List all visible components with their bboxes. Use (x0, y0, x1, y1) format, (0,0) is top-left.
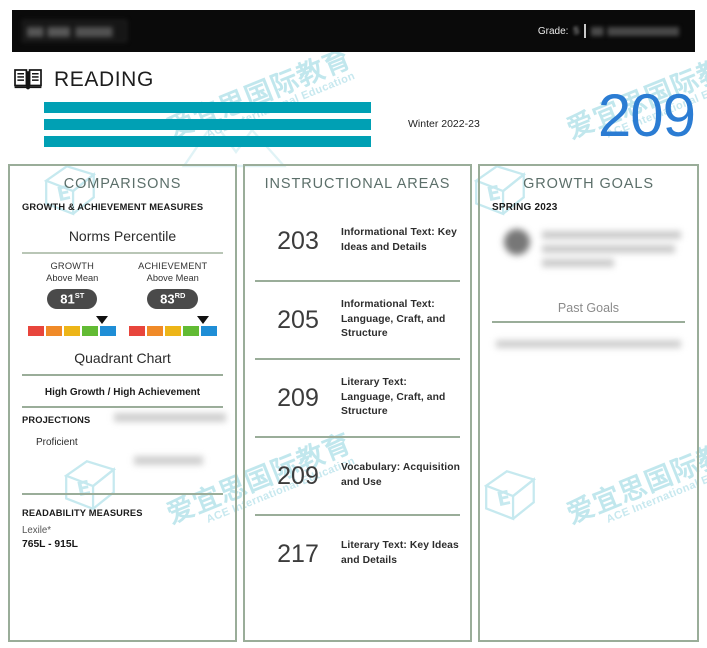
instructional-area-name: Literary Text: Language, Craft, and Stru… (341, 377, 446, 418)
readability-label: READABILITY MEASURES (22, 508, 143, 519)
instructional-area-score: 205 (277, 305, 319, 334)
achievement-column: ACHIEVEMENT Above Mean 83RD (123, 261, 224, 337)
redacted-bar (44, 102, 371, 113)
achievement-sublabel: Above Mean (146, 273, 199, 283)
student-id-redacted (591, 26, 679, 36)
instructional-areas-list: 203 Informational Text: Key Ideas and Det… (245, 202, 470, 592)
segment-1 (28, 326, 45, 337)
divider (22, 406, 223, 409)
panels-row: COMPARISONS GROWTH & ACHIEVEMENT MEASURE… (8, 164, 699, 642)
segment-3 (64, 326, 81, 337)
divider (492, 321, 685, 323)
growth-goals-term: SPRING 2023 (492, 202, 558, 213)
segment-2 (46, 326, 63, 337)
divider (22, 252, 223, 254)
projection-name: Proficient (36, 437, 78, 449)
instructional-area-name: Informational Text: Language, Craft, and… (341, 299, 446, 340)
goal-text-redacted (542, 229, 681, 273)
comparisons-subtitle: GROWTH & ACHIEVEMENT MEASURES (22, 202, 204, 212)
segment-4 (182, 326, 199, 337)
growth-segments (22, 326, 123, 337)
quadrant-value: High Growth / High Achievement (44, 387, 201, 399)
instructional-area-row: 203 Informational Text: Key Ideas and Det… (255, 202, 460, 280)
student-name-redacted (22, 20, 127, 42)
instructional-area-score: 209 (277, 383, 319, 412)
segment-1 (128, 326, 145, 337)
growth-label: GROWTH (50, 261, 95, 271)
redacted-bar (44, 119, 371, 130)
instructional-area-name: Vocabulary: Acquisition and Use (341, 462, 461, 488)
comparisons-title: COMPARISONS (63, 176, 182, 192)
achievement-label: ACHIEVEMENT (138, 261, 208, 271)
norms-percentile-title: Norms Percentile (68, 228, 177, 244)
achievement-marker-wrap (123, 316, 224, 325)
grade-label: Grade: (537, 25, 569, 37)
segment-3 (164, 326, 181, 337)
lexile-value: 765L - 915L (22, 539, 78, 551)
goal-card-redacted (492, 219, 685, 287)
segment-4 (82, 326, 99, 337)
growth-goals-panel: GROWTH GOALS SPRING 2023 Past Goals (478, 164, 699, 642)
comparisons-panel: COMPARISONS GROWTH & ACHIEVEMENT MEASURE… (8, 164, 237, 642)
instructional-areas-panel: INSTRUCTIONAL AREAS 203 Informational Tex… (243, 164, 472, 642)
instructional-area-row: 209 Literary Text: Language, Craft, and S… (255, 358, 460, 436)
instructional-areas-title: INSTRUCTIONAL AREAS (264, 176, 451, 192)
instructional-area-name: Informational Text: Key Ideas and Detail… (341, 227, 457, 253)
growth-sublabel: Above Mean (46, 273, 99, 283)
header-meta: Grade: 5 (538, 24, 679, 38)
instructional-area-score: 203 (277, 226, 319, 255)
instructional-area-row: 209 Vocabulary: Acquisition and Use (255, 436, 460, 514)
redacted-bar (44, 136, 371, 147)
term-label: Winter 2022-23 (408, 118, 480, 130)
instructional-area-row: 217 Literary Text: Key Ideas and Details (255, 514, 460, 592)
divider (22, 374, 223, 377)
segment-5 (200, 326, 217, 337)
past-goal-redacted (492, 330, 685, 348)
student-header-bar: Grade: 5 (12, 10, 695, 52)
segment-5 (100, 326, 117, 337)
goal-avatar-redacted (504, 229, 530, 255)
growth-marker-icon (96, 316, 109, 325)
growth-goals-title: GROWTH GOALS (523, 176, 654, 192)
growth-column: GROWTH Above Mean 81ST (22, 261, 123, 337)
past-goals-title: Past Goals (557, 301, 620, 315)
header-divider (584, 24, 586, 38)
redacted-bars (44, 102, 371, 153)
instructional-area-name: Literary Text: Key Ideas and Details (341, 540, 459, 566)
overall-score: 209 (597, 82, 696, 149)
growth-percentile-badge: 81ST (47, 289, 98, 310)
segment-2 (146, 326, 163, 337)
lexile-label: Lexile* (22, 525, 52, 537)
score-summary: Winter 2022-23 209 (0, 86, 707, 160)
instructional-area-score: 209 (277, 461, 319, 490)
grade-value-redacted: 5 (573, 25, 579, 37)
instructional-area-score: 217 (277, 539, 319, 568)
open-book-icon (14, 69, 42, 90)
report-page: Grade: 5 READING Winter 2022-23 209 COMP… (0, 0, 707, 648)
divider (22, 493, 223, 496)
norms-columns: GROWTH Above Mean 81ST ACHIEVEMENT Above… (22, 261, 224, 337)
page-title: READING (54, 68, 154, 91)
achievement-segments (123, 326, 224, 337)
achievement-percentile-badge: 83RD (147, 289, 199, 310)
instructional-area-row: 205 Informational Text: Language, Craft, … (255, 280, 460, 358)
quadrant-chart-title: Quadrant Chart (74, 350, 171, 367)
achievement-marker-icon (196, 316, 209, 325)
growth-marker-wrap (22, 316, 123, 325)
projection-value-redacted (114, 413, 226, 466)
